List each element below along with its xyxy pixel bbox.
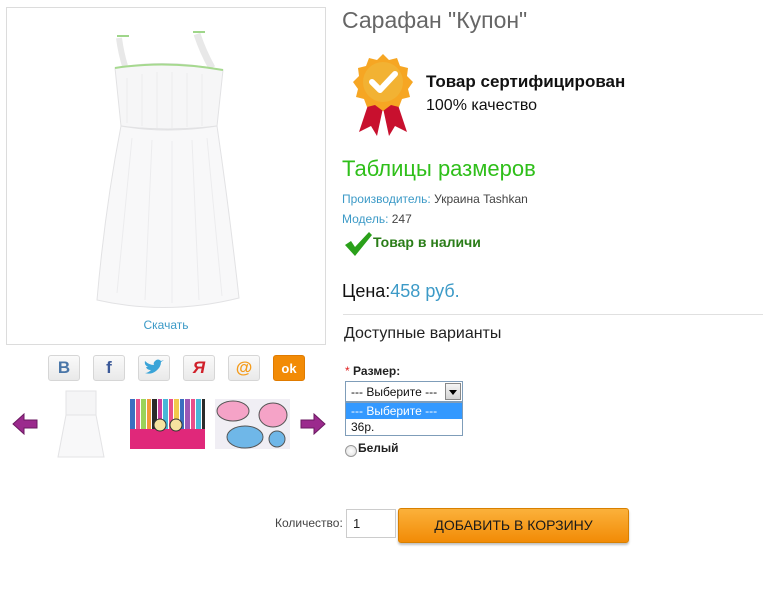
- size-tables-link[interactable]: Таблицы размеров: [342, 156, 536, 182]
- product-title: Сарафан "Купон": [342, 7, 528, 33]
- options-heading: Доступные варианты: [344, 325, 502, 342]
- price-row: Цена:458 руб.: [342, 281, 460, 302]
- color-option-label: Белый: [358, 441, 399, 455]
- facebook-share-icon[interactable]: f: [93, 355, 125, 381]
- color-radio[interactable]: [345, 445, 357, 457]
- manufacturer-value: Украина Tashkan: [434, 192, 528, 206]
- price-value: 458 руб.: [390, 281, 460, 301]
- in-stock-check-icon: [343, 231, 373, 257]
- price-label: Цена:: [342, 281, 391, 301]
- divider: [343, 314, 763, 315]
- size-label: Размер:: [353, 364, 401, 378]
- certificate-subtitle: 100% качество: [426, 97, 538, 114]
- model-label: Модель:: [342, 212, 389, 226]
- twitter-share-icon[interactable]: [138, 355, 170, 381]
- odnoklassniki-share-icon[interactable]: ok: [273, 355, 305, 381]
- thumbnail-flowers[interactable]: [215, 399, 290, 449]
- size-select[interactable]: --- Выберите ---: [345, 381, 463, 402]
- add-to-cart-button[interactable]: ДОБАВИТЬ В КОРЗИНУ: [398, 508, 629, 543]
- thumbnails-prev-arrow-icon[interactable]: [12, 412, 38, 436]
- mail-share-icon[interactable]: @: [228, 355, 260, 381]
- size-option[interactable]: --- Выберите ---: [346, 403, 462, 419]
- vk-share-icon[interactable]: B: [48, 355, 80, 381]
- thumbnail-dress[interactable]: [52, 385, 110, 461]
- size-label-row: * Размер:: [345, 364, 400, 378]
- size-dropdown-list: --- Выберите --- 36р.: [345, 402, 463, 436]
- download-link[interactable]: Скачать: [6, 318, 326, 332]
- quantity-label: Количество:: [275, 516, 343, 530]
- chevron-down-icon[interactable]: [445, 383, 461, 400]
- manufacturer-row: Производитель: Украина Tashkan: [342, 192, 528, 206]
- certificate-badge-icon: [351, 52, 415, 138]
- required-mark: *: [345, 364, 350, 378]
- thumbnail-stripes[interactable]: [130, 399, 205, 449]
- model-value: 247: [391, 212, 412, 226]
- manufacturer-label[interactable]: Производитель:: [342, 192, 431, 206]
- thumbnails-next-arrow-icon[interactable]: [300, 412, 326, 436]
- stock-status: Товар в наличи: [373, 234, 481, 250]
- quantity-input[interactable]: 1: [346, 509, 396, 538]
- model-row: Модель: 247: [342, 212, 412, 226]
- size-option[interactable]: 36р.: [346, 419, 462, 435]
- product-main-image[interactable]: [6, 7, 326, 345]
- certificate-title: Товар сертифицирован: [426, 72, 626, 91]
- myworld-share-icon[interactable]: Я: [183, 355, 215, 381]
- size-select-value: --- Выберите ---: [351, 385, 438, 399]
